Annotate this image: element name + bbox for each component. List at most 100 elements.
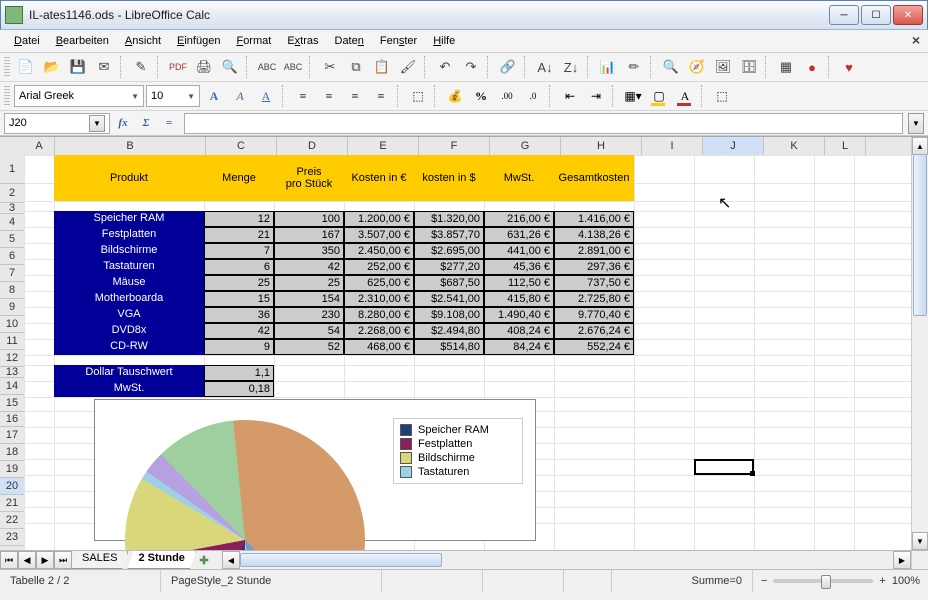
cell[interactable]: 45,36 € — [484, 259, 554, 275]
row-header-10[interactable]: 10 — [0, 316, 24, 333]
row-header-20[interactable]: 20 — [0, 478, 25, 495]
row-header-5[interactable]: 5 — [0, 231, 24, 248]
row-header-7[interactable]: 7 — [0, 265, 24, 282]
cell[interactable]: 415,80 € — [484, 291, 554, 307]
menu-hilfe[interactable]: Hilfe — [425, 32, 463, 50]
row-header-21[interactable]: 21 — [0, 495, 24, 512]
navigator-button[interactable]: 🧭 — [685, 55, 709, 79]
redo-button[interactable]: ↷ — [459, 55, 483, 79]
cell[interactable]: 2.268,00 € — [344, 323, 414, 339]
sum-button[interactable]: Σ — [136, 114, 156, 132]
cell[interactable]: 631,26 € — [484, 227, 554, 243]
minimize-button[interactable]: ─ — [829, 5, 859, 25]
col-header-J[interactable]: J — [703, 137, 764, 156]
row-header-9[interactable]: 9 — [0, 299, 24, 316]
print-button[interactable]: 🖨 — [192, 55, 216, 79]
font-name-combo[interactable]: Arial Greek▼ — [14, 85, 144, 107]
header-cell[interactable]: MwSt. — [484, 155, 554, 201]
row-header-2[interactable]: 2 — [0, 184, 24, 203]
chart-button[interactable]: 📊 — [596, 55, 620, 79]
cell[interactable]: 21 — [204, 227, 274, 243]
cell[interactable]: 737,50 € — [554, 275, 634, 291]
cell[interactable]: 36 — [204, 307, 274, 323]
hscroll-thumb[interactable] — [240, 553, 442, 567]
cell[interactable]: 4.138,26 € — [554, 227, 634, 243]
row-header-11[interactable]: 11 — [0, 333, 24, 350]
italic-button[interactable]: A — [228, 84, 252, 108]
col-header-K[interactable]: K — [764, 137, 825, 155]
menu-ansicht[interactable]: Ansicht — [117, 32, 169, 50]
select-all-corner[interactable] — [0, 137, 25, 156]
cell[interactable]: Dollar Tauschwert — [54, 365, 204, 381]
cell[interactable]: 25 — [274, 275, 344, 291]
cell[interactable]: Speicher RAM — [54, 211, 204, 227]
cell[interactable]: $514,80 — [414, 339, 484, 355]
cell[interactable]: 1.490,40 € — [484, 307, 554, 323]
cell[interactable]: 230 — [274, 307, 344, 323]
autospell-button[interactable]: ABC — [281, 55, 305, 79]
cell[interactable]: Motherboarda — [54, 291, 204, 307]
cell[interactable]: 8.280,00 € — [344, 307, 414, 323]
cell[interactable]: 3.507,00 € — [344, 227, 414, 243]
header-cell[interactable]: Preispro Stück — [274, 155, 344, 201]
toolbar-grip[interactable] — [4, 86, 10, 106]
sort-asc-button[interactable]: A↓ — [533, 55, 557, 79]
align-left-button[interactable]: ≡ — [291, 84, 315, 108]
cell[interactable]: 2.310,00 € — [344, 291, 414, 307]
col-header-A[interactable]: A — [24, 137, 55, 155]
horizontal-scrollbar[interactable]: ◀ ▶ — [222, 551, 911, 569]
more-button[interactable]: ⬚ — [710, 84, 734, 108]
col-header-E[interactable]: E — [348, 137, 419, 155]
cell[interactable]: Bildschirme — [54, 243, 204, 259]
cell[interactable]: 52 — [274, 339, 344, 355]
equals-button[interactable]: = — [159, 114, 179, 132]
close-button[interactable]: ✕ — [893, 5, 923, 25]
cell[interactable]: 216,00 € — [484, 211, 554, 227]
record-button[interactable]: ● — [800, 55, 824, 79]
align-center-button[interactable]: ≡ — [317, 84, 341, 108]
paste-button[interactable]: 📋 — [370, 55, 394, 79]
cell[interactable]: 25 — [204, 275, 274, 291]
preview-button[interactable]: 🔍 — [218, 55, 242, 79]
row-header-8[interactable]: 8 — [0, 282, 24, 299]
cell[interactable]: 112,50 € — [484, 275, 554, 291]
cell[interactable]: 9.770,40 € — [554, 307, 634, 323]
col-header-B[interactable]: B — [55, 137, 206, 155]
cell[interactable]: $687,50 — [414, 275, 484, 291]
cell[interactable]: 100 — [274, 211, 344, 227]
save-button[interactable]: 💾 — [66, 55, 90, 79]
cell[interactable]: VGA — [54, 307, 204, 323]
underline-button[interactable]: A — [254, 84, 278, 108]
row-header-13[interactable]: 13 — [0, 367, 24, 378]
zoom-value[interactable]: 100% — [892, 575, 920, 587]
bold-button[interactable]: A — [202, 84, 226, 108]
zoom-slider[interactable] — [773, 579, 873, 583]
function-wizard-button[interactable]: fx — [113, 114, 133, 132]
status-selection[interactable] — [483, 570, 564, 592]
sort-desc-button[interactable]: Z↓ — [559, 55, 583, 79]
cell[interactable]: CD-RW — [54, 339, 204, 355]
cell[interactable]: 42 — [274, 259, 344, 275]
scroll-up-button[interactable]: ▲ — [912, 137, 928, 155]
menu-daten[interactable]: Daten — [327, 32, 372, 50]
cell[interactable]: 12 — [204, 211, 274, 227]
align-right-button[interactable]: ≡ — [343, 84, 367, 108]
header-cell[interactable]: Produkt — [54, 155, 204, 201]
cell[interactable]: Tastaturen — [54, 259, 204, 275]
col-header-L[interactable]: L — [825, 137, 866, 155]
open-button[interactable]: 📂 — [40, 55, 64, 79]
cell[interactable]: 54 — [274, 323, 344, 339]
row-header-15[interactable]: 15 — [0, 395, 24, 412]
cell[interactable]: 1.200,00 € — [344, 211, 414, 227]
cell[interactable]: 441,00 € — [484, 243, 554, 259]
cell[interactable]: 2.725,80 € — [554, 291, 634, 307]
align-justify-button[interactable]: ≡ — [369, 84, 393, 108]
row-header-22[interactable]: 22 — [0, 512, 24, 529]
cell[interactable]: 15 — [204, 291, 274, 307]
cell[interactable]: $2.541,00 — [414, 291, 484, 307]
cell[interactable]: 2.676,24 € — [554, 323, 634, 339]
row-header-1[interactable]: 1 — [0, 155, 24, 184]
row-header-3[interactable]: 3 — [0, 203, 24, 214]
merge-button[interactable]: ⬚ — [406, 84, 430, 108]
col-header-G[interactable]: G — [490, 137, 561, 155]
